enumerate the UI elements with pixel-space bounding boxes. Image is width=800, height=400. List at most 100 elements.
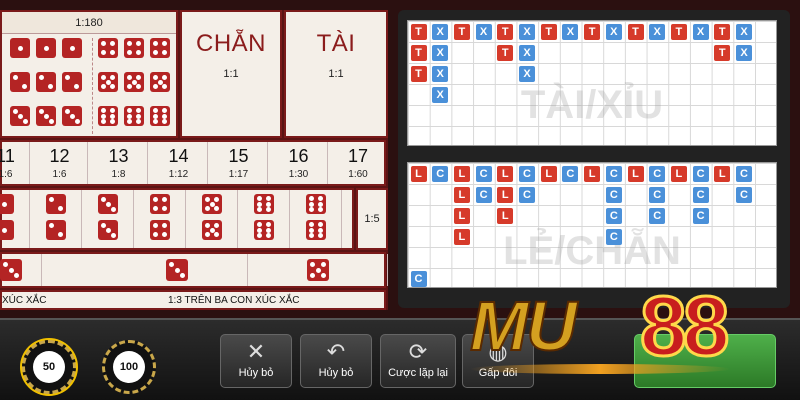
die-icon xyxy=(150,194,170,214)
road-bead: L xyxy=(540,165,557,182)
even-bet-cell[interactable]: CHẴN 1:1 xyxy=(180,10,282,138)
road-bead: T xyxy=(410,44,427,61)
repeat-bet-button[interactable]: ⟳ Cược lặp lại xyxy=(380,334,456,388)
sum-bet-cell[interactable]: 11 1:6 xyxy=(0,142,30,184)
chip-value: 100 xyxy=(113,351,145,383)
road-bead: L xyxy=(627,165,644,182)
road-bead: L xyxy=(497,165,514,182)
road-bead: X xyxy=(519,65,535,82)
confirm-bet-button[interactable] xyxy=(634,334,776,388)
triple-odds: 1:180 xyxy=(2,12,176,34)
die-icon xyxy=(98,72,118,92)
road-bead: T xyxy=(627,23,644,40)
road-bead: X xyxy=(692,23,709,40)
close-icon: ✕ xyxy=(246,339,266,364)
road-bead: X xyxy=(432,65,449,82)
die-icon xyxy=(124,38,144,58)
die-icon xyxy=(150,106,170,126)
road-bead: T xyxy=(410,23,427,40)
sum-bet-cell[interactable]: 17 1:60 xyxy=(330,142,386,184)
road-bead: L xyxy=(714,165,731,182)
road-bead: T xyxy=(497,23,514,40)
die-icon xyxy=(306,194,326,214)
road-bead: X xyxy=(475,23,492,40)
road-bead: C xyxy=(692,186,709,203)
pair-bet-cell[interactable] xyxy=(238,190,290,248)
pair-bet-cell[interactable] xyxy=(290,190,342,248)
double-bet-button[interactable]: ◍ Gấp đôi xyxy=(462,334,534,388)
odd-even-road: LẺ/CHẴN LCLLLLCCLLLCCLCLCCCCLCCCLCCCLCCC xyxy=(407,162,777,288)
road-bead: X xyxy=(736,44,752,61)
die-icon xyxy=(36,106,56,126)
chip-50[interactable]: 50 xyxy=(22,340,76,394)
die-icon xyxy=(98,106,118,126)
triple-bet-area[interactable]: 1:180 xyxy=(0,10,178,138)
single-die-cell[interactable] xyxy=(0,254,42,286)
even-odds: 1:1 xyxy=(223,68,239,80)
road-bead: X xyxy=(562,23,579,40)
road-bead: T xyxy=(670,23,687,40)
pair-bets-row xyxy=(0,188,354,250)
road-bead: L xyxy=(453,186,470,203)
die-icon xyxy=(150,38,170,58)
sum-bet-cell[interactable]: 15 1:17 xyxy=(210,142,268,184)
sum-bet-cell[interactable]: 16 1:30 xyxy=(270,142,328,184)
road-bead: L xyxy=(497,186,514,203)
road-bead: C xyxy=(432,165,449,182)
sum-bet-cell[interactable]: 13 1:8 xyxy=(90,142,148,184)
single-die-cell[interactable] xyxy=(108,254,248,286)
die-icon xyxy=(307,259,329,281)
chip-value: 50 xyxy=(33,351,65,383)
road-bead: C xyxy=(519,165,535,182)
die-icon xyxy=(46,194,66,214)
undo-icon: ↶ xyxy=(326,339,346,364)
big-small-road: TÀI/XỈU TTTXXXXTXTTXXXTXTXTXTXTTXX xyxy=(407,20,777,146)
road-bead: X xyxy=(519,44,535,61)
die-icon xyxy=(98,220,118,240)
sum-bet-cell[interactable]: 14 1:12 xyxy=(150,142,208,184)
road-bead: L xyxy=(453,165,470,182)
single-die-cell[interactable] xyxy=(250,254,388,286)
die-icon xyxy=(202,194,222,214)
road-bead: X xyxy=(432,23,449,40)
road-bead: T xyxy=(497,44,514,61)
road-title-big-small: TÀI/XỈU xyxy=(520,83,664,127)
die-icon xyxy=(36,38,56,58)
big-bet-cell[interactable]: TÀI 1:1 xyxy=(284,10,388,138)
undo-button[interactable]: ↶ Hủy bỏ xyxy=(300,334,372,388)
road-bead: C xyxy=(475,186,492,203)
divider xyxy=(92,38,93,134)
cancel-button[interactable]: ✕ Hủy bỏ xyxy=(220,334,292,388)
die-icon xyxy=(254,194,274,214)
pair-bet-cell[interactable] xyxy=(30,190,82,248)
road-bead: C xyxy=(649,186,666,203)
road-bead: X xyxy=(736,23,752,40)
die-icon xyxy=(150,220,170,240)
pair-bet-cell[interactable] xyxy=(186,190,238,248)
even-title: CHẴN xyxy=(195,30,266,57)
die-icon xyxy=(166,259,188,281)
single-die-row xyxy=(0,252,388,288)
road-bead: C xyxy=(736,165,752,182)
sum-bets-row: 11 1:6 12 1:6 13 1:8 14 1:12 15 1:17 16 … xyxy=(0,140,386,186)
big-odds: 1:1 xyxy=(328,68,344,80)
single-die-labels: XÚC XẮC 1:3 TRÊN BA CON XÚC XẮC xyxy=(0,290,386,310)
road-bead: C xyxy=(692,165,709,182)
pair-bet-cell[interactable] xyxy=(0,190,30,248)
any-triple-label: 1:3 TRÊN BA CON XÚC XẮC xyxy=(168,295,300,306)
chip-stack-icon: ◍ xyxy=(488,339,508,364)
chip-100[interactable]: 100 xyxy=(102,340,156,394)
die-icon xyxy=(150,72,170,92)
die-icon xyxy=(254,220,274,240)
sum-bet-cell[interactable]: 12 1:6 xyxy=(32,142,88,184)
control-bar: 50 100 ✕ Hủy bỏ ↶ Hủy bỏ ⟳ Cược lặp lại … xyxy=(0,318,800,400)
road-bead: C xyxy=(605,228,622,245)
road-bead: T xyxy=(453,23,470,40)
road-bead: C xyxy=(605,165,622,182)
pair-bet-cell[interactable] xyxy=(82,190,134,248)
road-bead: C xyxy=(649,165,666,182)
die-icon xyxy=(46,220,66,240)
road-bead: X xyxy=(649,23,666,40)
pair-bet-cell[interactable] xyxy=(134,190,186,248)
die-icon xyxy=(98,194,118,214)
